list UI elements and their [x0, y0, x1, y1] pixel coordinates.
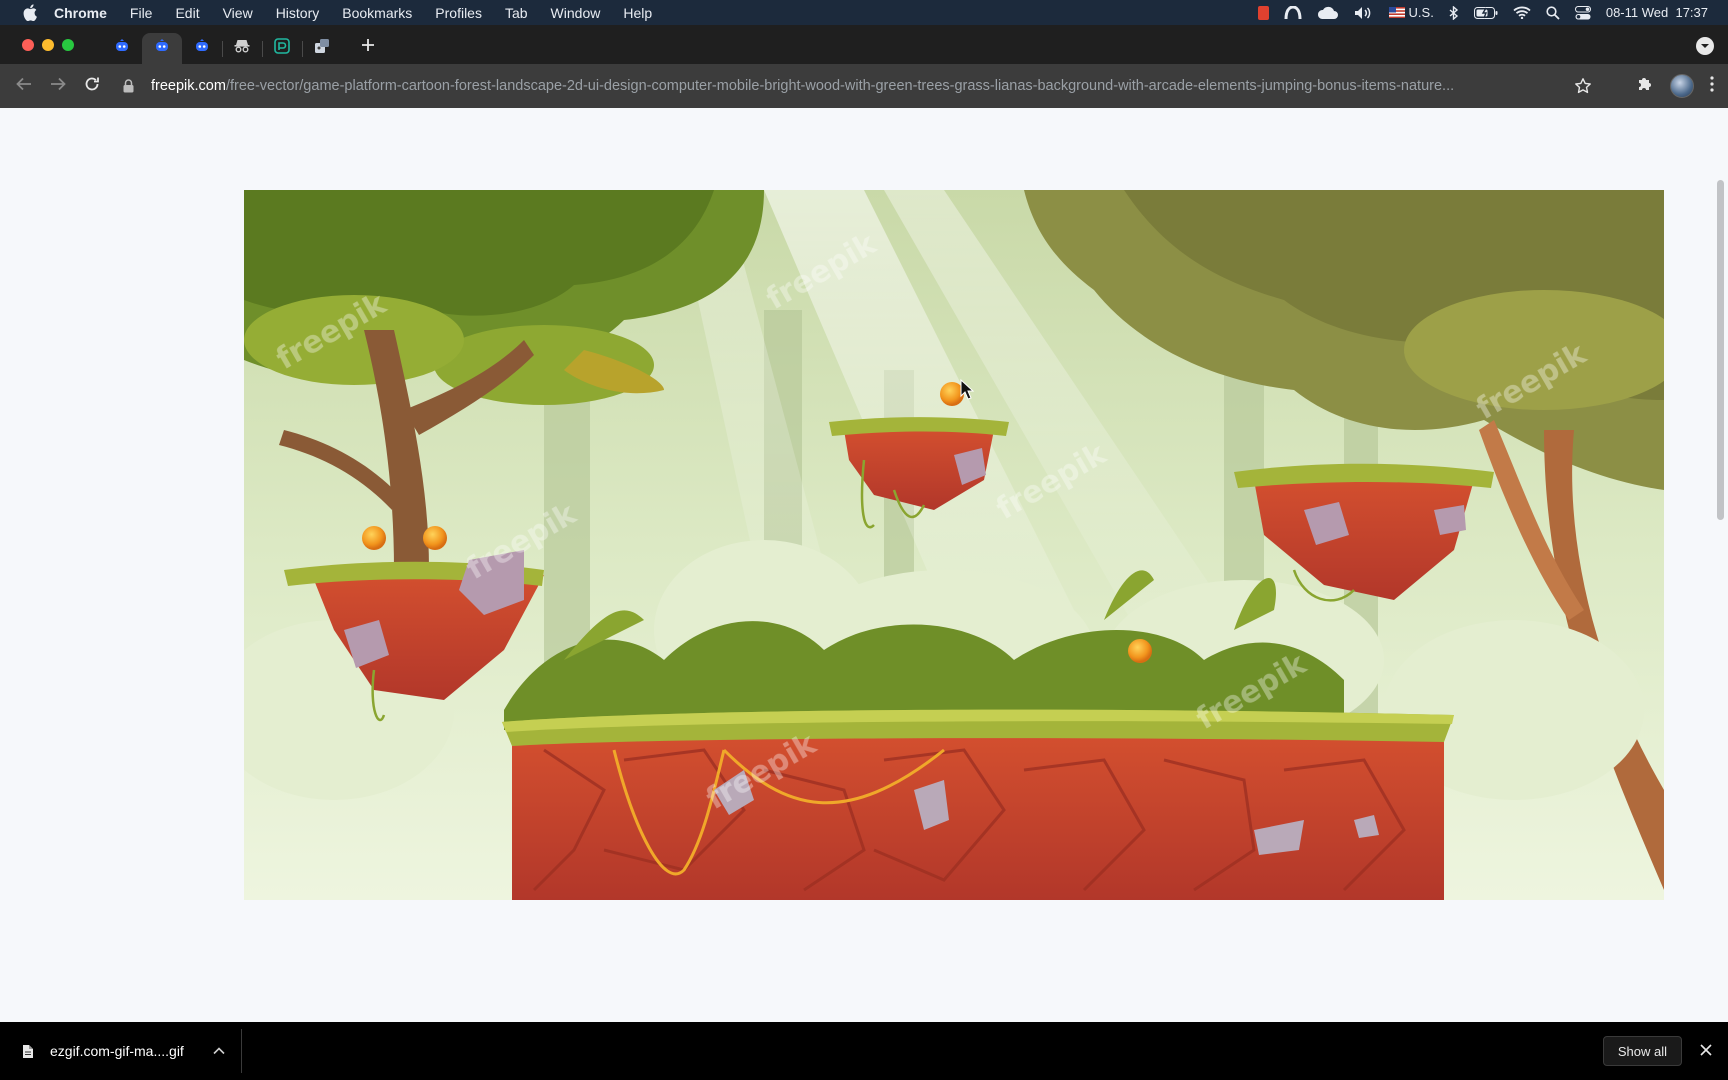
fullscreen-window-button[interactable] [62, 38, 74, 51]
menubar-status-area: U.S. 08-11 Wed 17:37 [1257, 0, 1728, 25]
url-text[interactable]: freepik.com/free-vector/game-platform-ca… [151, 78, 1569, 94]
tab-6[interactable] [302, 33, 342, 64]
wifi-icon[interactable] [1513, 6, 1531, 20]
tab-2-active[interactable] [142, 33, 182, 64]
file-icon [22, 1044, 34, 1059]
input-source-label: U.S. [1408, 5, 1434, 20]
menu-file[interactable]: File [130, 5, 153, 21]
menubar-clock[interactable]: 08-11 Wed 17:37 [1606, 5, 1708, 20]
tab-3[interactable] [182, 33, 222, 64]
volume-icon[interactable] [1354, 6, 1374, 20]
show-all-downloads-button[interactable]: Show all [1602, 1036, 1682, 1066]
chevron-up-icon[interactable] [213, 1047, 225, 1055]
tab-search-button[interactable] [1696, 37, 1714, 55]
incognito-icon [234, 39, 250, 58]
coin [940, 382, 964, 406]
bluetooth-icon[interactable] [1449, 5, 1459, 20]
browser-toolbar: freepik.com/free-vector/game-platform-ca… [0, 64, 1728, 108]
close-download-shelf-button[interactable] [1696, 1041, 1716, 1061]
arrow-left-icon [16, 77, 32, 96]
coin [362, 526, 386, 550]
close-window-button[interactable] [22, 38, 34, 51]
tab-5[interactable] [262, 33, 302, 64]
cloud-icon[interactable] [1317, 6, 1339, 20]
lock-icon[interactable] [123, 79, 139, 93]
input-source-flag-icon[interactable]: U.S. [1388, 5, 1434, 20]
download-file-name: ezgif.com-gif-ma....gif [50, 1043, 184, 1059]
download-item[interactable]: ezgif.com-gif-ma....gif [0, 1029, 242, 1073]
tab-4[interactable] [222, 33, 262, 64]
screen-recording-icon[interactable] [1257, 5, 1269, 20]
menu-tab[interactable]: Tab [505, 5, 528, 21]
profile-avatar[interactable] [1670, 74, 1694, 98]
page-scrollbar[interactable] [1713, 108, 1728, 1022]
apple-icon[interactable] [20, 3, 40, 23]
menu-history[interactable]: History [276, 5, 320, 21]
perplexity-icon [274, 38, 290, 59]
extension-tab-icon [314, 38, 330, 59]
spotlight-search-icon[interactable] [1546, 5, 1560, 20]
bot-icon [114, 38, 130, 59]
menu-view[interactable]: View [223, 5, 253, 21]
window-controls [22, 38, 74, 51]
close-icon [1700, 1043, 1712, 1059]
menu-edit[interactable]: Edit [175, 5, 199, 21]
toolbar-right-actions [1636, 64, 1728, 108]
ground-platform [502, 709, 1454, 900]
url-host: freepik.com [151, 78, 226, 94]
game-forest-preview-image[interactable]: freepik freepik freepik freepik freepik … [244, 190, 1664, 900]
minimize-window-button[interactable] [42, 38, 54, 51]
bot-icon [194, 38, 210, 59]
download-shelf: ezgif.com-gif-ma....gif Show all [0, 1022, 1728, 1080]
forward-button[interactable] [43, 71, 73, 101]
reload-icon [84, 76, 100, 97]
chevron-down-icon [1700, 37, 1710, 55]
menu-help[interactable]: Help [623, 5, 652, 21]
new-tab-button[interactable] [356, 33, 380, 57]
menu-window[interactable]: Window [551, 5, 601, 21]
extensions-puzzle-icon[interactable] [1636, 75, 1654, 98]
macos-menubar: Chrome File Edit View History Bookmarks … [0, 0, 1728, 25]
bookmark-star-icon[interactable] [1574, 77, 1592, 99]
tab-strip [0, 25, 1728, 64]
bot-icon [154, 38, 170, 59]
menu-profiles[interactable]: Profiles [435, 5, 482, 21]
battery-icon[interactable] [1473, 6, 1498, 20]
back-button[interactable] [9, 71, 39, 101]
kebab-menu-icon[interactable] [1710, 75, 1714, 97]
control-center-icon[interactable] [1574, 5, 1591, 20]
address-bar[interactable]: freepik.com/free-vector/game-platform-ca… [111, 70, 1592, 102]
scrollbar-thumb[interactable] [1717, 180, 1724, 520]
coin [1128, 639, 1152, 663]
arrow-right-icon [50, 77, 66, 96]
page-viewport[interactable]: freepik freepik freepik freepik freepik … [0, 108, 1728, 1022]
tab-1[interactable] [102, 33, 142, 64]
reload-button[interactable] [77, 71, 107, 101]
arc-app-icon[interactable] [1284, 5, 1302, 20]
plus-icon [361, 32, 375, 58]
url-path: /free-vector/game-platform-cartoon-fores… [225, 78, 1455, 94]
menu-app-name[interactable]: Chrome [54, 5, 107, 21]
menu-bookmarks[interactable]: Bookmarks [342, 5, 412, 21]
coin [423, 526, 447, 550]
